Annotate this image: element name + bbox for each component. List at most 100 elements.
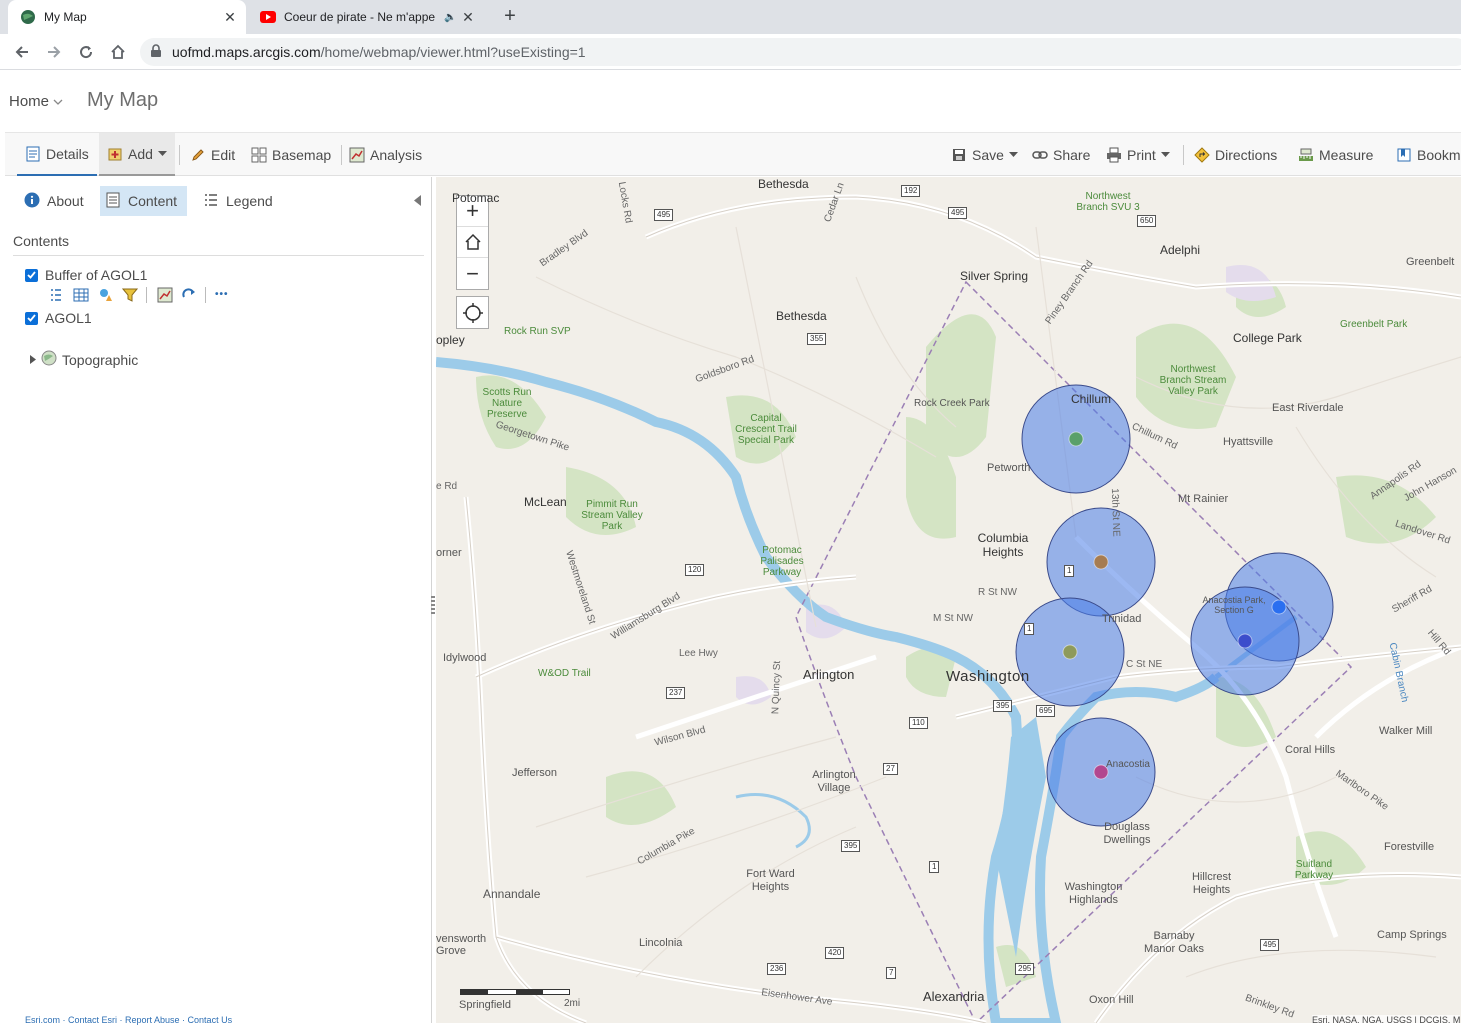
caret-down-icon — [1160, 152, 1170, 157]
footer-links[interactable]: Esri.com · Contact Esri · Report Abuse ·… — [25, 1015, 232, 1025]
more-options-icon[interactable]: ••• — [215, 287, 231, 303]
measure-button[interactable]: Measure — [1298, 133, 1373, 176]
map-label: Springfield — [459, 999, 511, 1011]
show-legend-icon[interactable] — [48, 287, 64, 303]
close-tab-icon[interactable]: ✕ — [222, 9, 238, 25]
map-label: Anacostia Park, Section G — [1202, 595, 1266, 615]
park-label: Northwest Branch Stream Valley Park — [1159, 364, 1227, 397]
basemap-label: Basemap — [272, 146, 332, 163]
highway-shield: 1 — [929, 861, 940, 873]
agol1-point[interactable] — [1271, 599, 1287, 615]
map-label: Chillum — [1071, 392, 1112, 406]
forward-button[interactable] — [42, 40, 66, 64]
analysis-button[interactable]: Analysis — [349, 133, 422, 176]
map-label: Camp Springs — [1377, 929, 1447, 941]
map-label: vensworth Grove — [436, 933, 487, 957]
print-button[interactable]: Print — [1106, 133, 1170, 176]
back-button[interactable] — [10, 40, 34, 64]
map-label: Washington Highlands — [1064, 881, 1123, 906]
tab-my-map[interactable]: My Map ✕ — [8, 0, 246, 34]
home-menu[interactable]: Home — [9, 93, 63, 110]
map-label: Columbia Heights — [977, 531, 1029, 559]
road-label: C St NE — [1126, 659, 1163, 670]
map-label: Oxon Hill — [1089, 994, 1134, 1006]
refresh-icon[interactable] — [181, 287, 197, 303]
share-label: Share — [1053, 146, 1091, 163]
zoom-out-button[interactable]: − — [457, 258, 488, 289]
edit-button[interactable]: Edit — [190, 133, 235, 176]
layer-topographic[interactable]: Topographic — [30, 350, 138, 369]
legend-icon — [203, 192, 219, 211]
details-button[interactable]: Details — [17, 133, 97, 176]
add-button[interactable]: Add — [99, 133, 175, 176]
layer-checkbox[interactable] — [25, 311, 38, 325]
agol1-point[interactable] — [1068, 431, 1084, 447]
agol1-point[interactable] — [1237, 633, 1253, 649]
agol1-point[interactable] — [1093, 554, 1109, 570]
page-title: My Map — [87, 89, 159, 111]
map-view[interactable]: + − Bethesda Potomac Silver Spring Adelp… — [436, 177, 1461, 1023]
home-label: Home — [9, 93, 50, 110]
close-tab-icon[interactable]: ✕ — [460, 9, 476, 25]
info-icon — [24, 192, 40, 211]
speaker-icon[interactable]: 🔈 — [444, 12, 456, 23]
analysis-label: Analysis — [370, 146, 423, 163]
park-label: Scotts Run Nature Preserve — [482, 387, 532, 420]
table-icon[interactable] — [73, 287, 89, 303]
tab-about[interactable]: About — [19, 186, 89, 216]
share-button[interactable]: Share — [1032, 133, 1090, 176]
tab-youtube[interactable]: Coeur de pirate - Ne m'appe 🔈 ✕ — [248, 0, 484, 34]
url-path: /home/webmap/viewer.html?useExisting=1 — [320, 44, 586, 60]
map-label: Anacostia — [1106, 759, 1150, 770]
divider — [13, 255, 424, 256]
highway-shield: 495 — [1260, 939, 1280, 951]
layer-agol1[interactable]: AGOL1 — [25, 310, 92, 326]
map-label: Silver Spring — [960, 269, 1029, 283]
locate-button[interactable] — [456, 296, 489, 329]
map-label: East Riverdale — [1272, 402, 1344, 414]
park-label: W&OD Trail — [538, 668, 591, 679]
bookmarks-button[interactable]: Bookm — [1396, 133, 1461, 176]
map-label: opley — [436, 333, 465, 347]
home-icon — [111, 44, 125, 59]
bookmarks-label: Bookm — [1417, 146, 1461, 163]
print-label: Print — [1127, 146, 1156, 163]
tab-about-label: About — [47, 193, 84, 209]
new-tab-button[interactable]: + — [500, 5, 520, 29]
agol1-point[interactable] — [1062, 644, 1078, 660]
perform-analysis-icon[interactable] — [157, 287, 173, 303]
park-label: Greenbelt Park — [1340, 319, 1408, 330]
pencil-icon — [190, 147, 206, 163]
home-button[interactable] — [106, 40, 130, 64]
basemap-button[interactable]: Basemap — [251, 133, 331, 176]
highway-shield: 395 — [993, 700, 1013, 712]
map-label: McLean — [524, 495, 567, 509]
map-label: Hillcrest Heights — [1191, 871, 1232, 896]
default-extent-button[interactable] — [457, 227, 488, 258]
details-icon — [25, 146, 41, 162]
collapse-panel-button[interactable] — [414, 193, 421, 211]
tab-content[interactable]: Content — [100, 186, 187, 216]
save-button[interactable]: Save — [951, 133, 1018, 176]
reload-button[interactable] — [74, 40, 98, 64]
directions-label: Directions — [1215, 146, 1278, 163]
map-label: Trinidad — [1102, 613, 1142, 625]
url-field[interactable]: uofmd.maps.arcgis.com/home/webmap/viewer… — [140, 38, 1461, 66]
change-style-icon[interactable] — [98, 287, 114, 303]
filter-icon[interactable] — [121, 287, 139, 303]
tab-legend[interactable]: Legend — [198, 186, 278, 216]
map-label: orner — [436, 547, 462, 559]
toolbar-divider — [179, 145, 180, 165]
edit-label: Edit — [211, 146, 236, 163]
lock-icon — [150, 43, 162, 61]
highway-shield: 27 — [883, 763, 898, 775]
layer-checkbox[interactable] — [25, 268, 38, 282]
printer-icon — [1106, 147, 1122, 163]
panel-resize-handle[interactable] — [431, 596, 435, 614]
map-label: Walker Mill — [1379, 725, 1433, 737]
directions-button[interactable]: Directions — [1194, 133, 1277, 176]
map-label: Bethesda — [758, 177, 809, 191]
map-label: Petworth — [987, 462, 1031, 474]
attribution[interactable]: Esri, NASA, NGA, USGS | DCGIS, M — [1312, 1015, 1461, 1023]
layer-buffer-agol1[interactable]: Buffer of AGOL1 — [25, 267, 147, 283]
